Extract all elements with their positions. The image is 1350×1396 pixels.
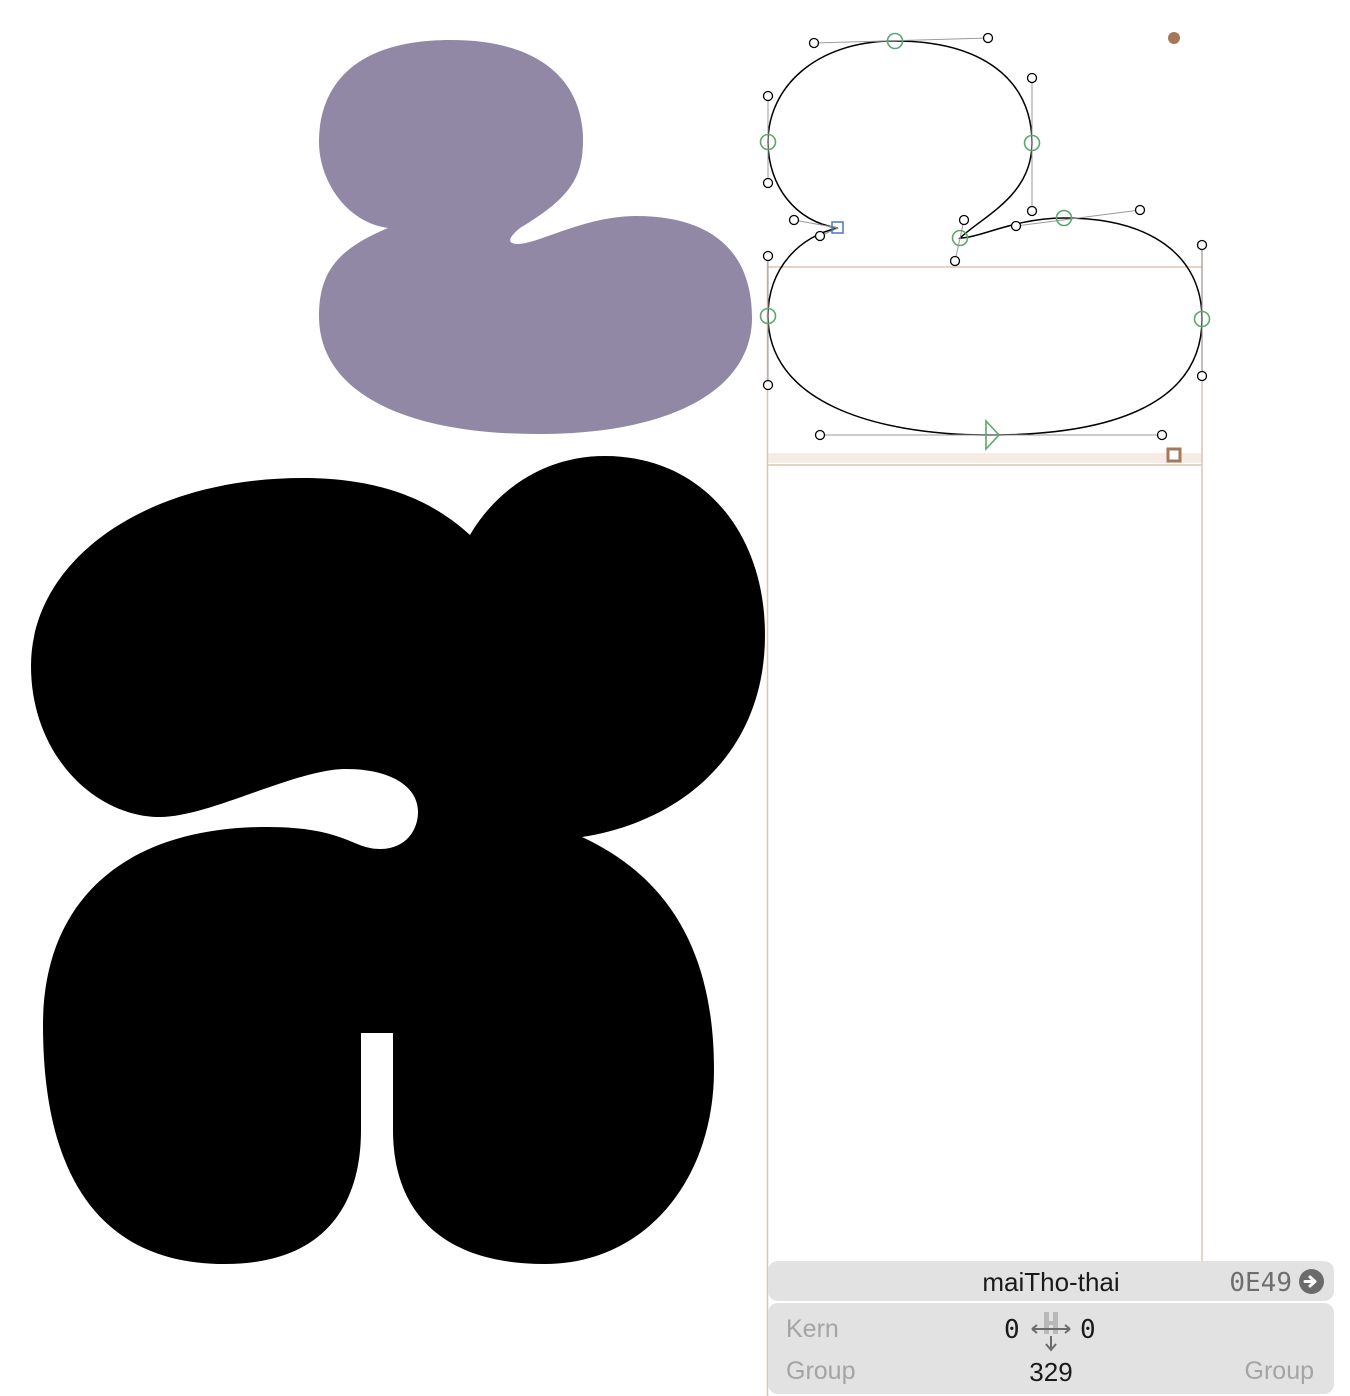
metrics-box: Kern 0 0 Group 329 Group (768, 1303, 1334, 1394)
metric-lines (766, 240, 1203, 1396)
base-glyph-shape (31, 456, 765, 1264)
glyph-outline[interactable] (767, 40, 1203, 436)
anchor-top[interactable] (1168, 32, 1180, 44)
arrow-right-circle-icon[interactable] (1299, 1269, 1324, 1294)
kern-left-value[interactable]: 0 (1004, 1315, 1020, 1345)
kerning-arrows-icon[interactable] (1030, 1310, 1072, 1359)
glyph-canvas[interactable] (0, 0, 1350, 1396)
glyph-name-bar: maiTho-thai 0E49 (768, 1261, 1334, 1301)
handle-lines (767, 37, 1203, 436)
kern-right-value[interactable]: 0 (1080, 1315, 1096, 1345)
off-curve-points[interactable] (762, 32, 1208, 441)
anchor-bottom[interactable] (1166, 447, 1182, 463)
kern-label: Kern (786, 1315, 839, 1343)
glyph-info-panel: maiTho-thai 0E49 Kern 0 0 Group 329 Grou… (768, 1261, 1334, 1394)
on-curve-nodes[interactable] (759, 32, 1211, 328)
mai-tho-preview-shape (319, 40, 752, 434)
right-group-label[interactable]: Group (1245, 1357, 1314, 1386)
unicode-value[interactable]: 0E49 (1229, 1268, 1292, 1298)
